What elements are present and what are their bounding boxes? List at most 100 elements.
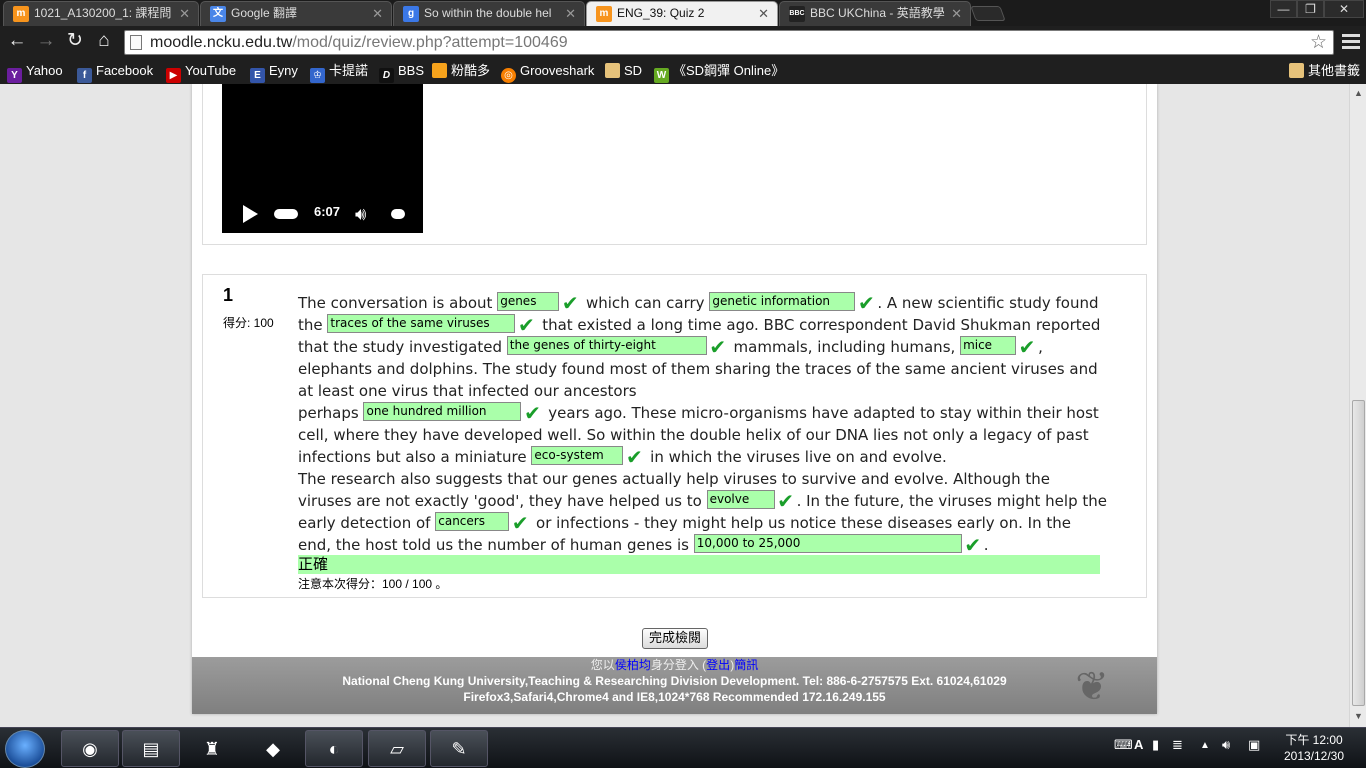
question-text-segment: in which the viruses live on and evolve.: [650, 448, 947, 466]
close-icon[interactable]: ✕: [758, 2, 769, 25]
bookmarks-bar: Y Yahoo f Facebook ▶ YouTube E Eyny ♔ 卡提諾 D BB…: [0, 58, 1366, 84]
bookmark-facebook[interactable]: f Facebook: [77, 62, 153, 83]
finish-review-button[interactable]: 完成檢閱: [642, 628, 709, 649]
close-icon[interactable]: ✕: [951, 2, 962, 25]
folder-icon: [605, 63, 620, 78]
bookmark-eyny[interactable]: E Eyny: [250, 62, 298, 83]
windows-start-button[interactable]: [5, 730, 45, 768]
bookmark-label: 《SD鋼彈 Online》: [673, 63, 785, 78]
bookmark-grooveshark[interactable]: ◎ Grooveshark: [501, 62, 594, 83]
scroll-up-arrow-icon[interactable]: ▲: [1351, 86, 1366, 101]
notes-taskbar-icon[interactable]: ▱: [368, 730, 426, 767]
eyny-icon: E: [250, 68, 265, 83]
checkmark-icon: ✔: [777, 489, 794, 513]
back-arrow-icon[interactable]: ←: [6, 31, 28, 53]
question-panel: 1 得分: 100 The conversation is about gene…: [202, 274, 1147, 598]
messages-link[interactable]: 簡訊: [734, 658, 758, 672]
checkmark-icon: ✔: [561, 291, 579, 315]
question-text-segment: The conversation is about: [298, 294, 493, 312]
bookmark-star-icon[interactable]: ☆: [1310, 31, 1327, 54]
ime-panel-icon[interactable]: ▮: [1152, 737, 1159, 753]
checkmark-icon: ✔: [709, 335, 727, 359]
moodle-icon: m: [596, 6, 612, 22]
video-player[interactable]: 6:07 🔊︎: [222, 84, 423, 233]
logout-link[interactable]: 登出: [706, 658, 730, 672]
tab-title: Google 翻譯: [231, 6, 298, 20]
bookmark-label: Grooveshark: [520, 63, 595, 78]
ck101-icon: ♔: [310, 68, 325, 83]
other-bookmarks[interactable]: 其他書籤: [1289, 62, 1360, 79]
gundam-taskbar-icon[interactable]: ♜: [183, 730, 241, 767]
clock-time: 下午 12:00: [1285, 733, 1343, 747]
chrome-menu-icon[interactable]: [1342, 34, 1360, 50]
checkmark-icon: ✔: [857, 291, 875, 315]
checkmark-icon: ✔: [524, 401, 541, 425]
question-text: The conversation is about genes ✔ which c…: [298, 292, 1108, 556]
question-text-segment: which can carry: [585, 294, 705, 312]
messenger-taskbar-icon[interactable]: ◐: [305, 730, 363, 767]
url-host: moodle.ncku.edu.tw: [150, 34, 293, 51]
address-bar[interactable]: moodle.ncku.edu.tw/mod/quiz/review.php?a…: [124, 30, 1334, 55]
volume-slider[interactable]: [391, 209, 405, 219]
reload-icon[interactable]: ↻: [64, 31, 86, 53]
tab-bbc-ukchina[interactable]: BBC BBC UKChina - 英語教學 ✕: [779, 1, 971, 26]
chrome-taskbar-icon[interactable]: ◉: [61, 730, 119, 767]
google-search-icon: g: [403, 6, 419, 22]
tab-google-search[interactable]: g So within the double hel ✕: [393, 1, 585, 26]
close-icon[interactable]: ✕: [179, 2, 190, 25]
input-method-icon[interactable]: ⌨: [1114, 737, 1133, 753]
home-icon[interactable]: ⌂: [93, 31, 115, 53]
user-name-link[interactable]: 侯柏均: [615, 658, 651, 672]
explorer-taskbar-icon[interactable]: ▤: [122, 730, 180, 767]
seek-slider[interactable]: [274, 209, 298, 219]
language-icon[interactable]: A: [1134, 737, 1143, 752]
play-icon[interactable]: [243, 205, 258, 223]
vertical-scrollbar[interactable]: ▲ ▼: [1349, 84, 1366, 727]
bbs-icon: D: [379, 68, 394, 83]
scroll-down-arrow-icon[interactable]: ▼: [1351, 709, 1366, 724]
page-icon: [130, 35, 142, 50]
login-info: 您以侯柏均身分登入 (登出)簡訊: [192, 657, 1157, 673]
feedback-correct: 正確: [298, 555, 1100, 574]
tab-course-forum[interactable]: m 1021_A130200_1: 課程問 ✕: [3, 1, 199, 26]
answer-blank: evolve: [706, 490, 775, 509]
network-icon[interactable]: ▣: [1248, 737, 1260, 753]
bookmark-label: Eyny: [269, 63, 298, 78]
new-tab-button[interactable]: [970, 6, 1006, 21]
score-note: 注意本次得分：100 / 100 。: [298, 577, 448, 591]
bookmark-ck101[interactable]: ♔ 卡提諾: [310, 62, 368, 83]
app-taskbar-icon[interactable]: ◆: [244, 730, 302, 767]
bookmark-fankuduo[interactable]: 粉酷多: [432, 62, 490, 79]
bookmark-bbs[interactable]: D BBS: [379, 62, 424, 83]
bookmark-sd-gundam[interactable]: W 《SD鋼彈 Online》: [654, 62, 784, 83]
close-icon[interactable]: ✕: [372, 2, 383, 25]
bookmark-label: 卡提諾: [329, 63, 369, 78]
answer-blank: eco-system: [531, 446, 624, 465]
bookmark-sd-folder[interactable]: SD: [605, 62, 642, 79]
paint-taskbar-icon[interactable]: ✎: [430, 730, 488, 767]
bookmark-label: Yahoo: [26, 63, 63, 78]
restore-button[interactable]: ❐: [1297, 0, 1324, 18]
bookmark-yahoo[interactable]: Y Yahoo: [7, 62, 63, 83]
scrollbar-thumb[interactable]: [1352, 400, 1365, 706]
forward-arrow-icon[interactable]: →: [35, 31, 57, 53]
tab-title: ENG_39: Quiz 2: [617, 6, 705, 20]
moodle-page: 6:07 🔊︎ 1 得分: 100 The conversation is ab…: [192, 84, 1157, 714]
close-window-button[interactable]: ✕: [1324, 0, 1364, 18]
minimize-button[interactable]: —: [1270, 0, 1297, 18]
bookmark-label: 粉酷多: [451, 63, 491, 78]
volume-tray-icon[interactable]: 🔊︎: [1222, 737, 1230, 753]
system-clock[interactable]: 下午 12:00 2013/12/30: [1278, 732, 1350, 764]
bookmark-label: BBS: [398, 63, 425, 78]
close-icon[interactable]: ✕: [565, 2, 576, 25]
bookmark-label: YouTube: [185, 63, 237, 78]
volume-icon[interactable]: 🔊︎: [355, 204, 366, 225]
answer-blank: genetic information: [709, 292, 856, 311]
checkmark-icon: ✔: [1018, 335, 1036, 359]
show-hidden-icons-icon[interactable]: ▲: [1200, 740, 1210, 751]
tab-google-translate[interactable]: 文 Google 翻譯 ✕: [200, 1, 392, 26]
bookmark-youtube[interactable]: ▶ YouTube: [166, 62, 236, 83]
ime-settings-icon[interactable]: ≣: [1172, 737, 1183, 753]
tab-quiz-active[interactable]: m ENG_39: Quiz 2 ✕: [586, 1, 778, 26]
answer-blank: the genes of thirty-eight: [506, 336, 707, 355]
